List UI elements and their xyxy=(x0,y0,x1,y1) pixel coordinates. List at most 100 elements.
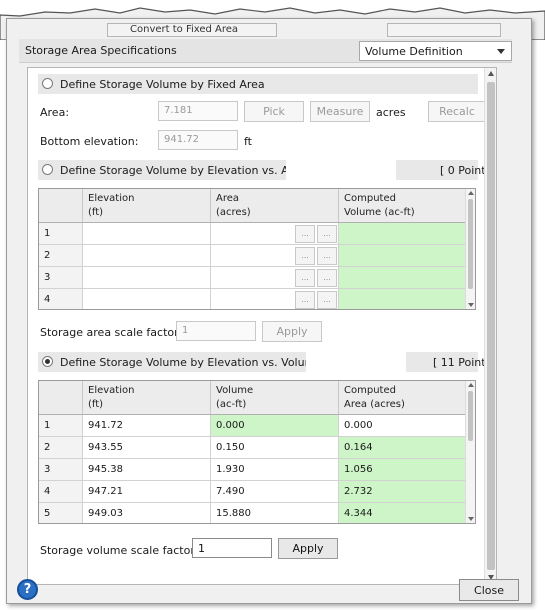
elev-volume-radio[interactable] xyxy=(42,356,53,367)
definition-dropdown[interactable]: Volume Definition xyxy=(359,41,512,61)
row-header[interactable]: 5 xyxy=(39,503,83,523)
elevation-header-line2: (ft) xyxy=(88,207,104,218)
elev-area-spacer xyxy=(286,160,396,180)
elevation-cell[interactable] xyxy=(83,223,211,245)
scroll-down-icon[interactable] xyxy=(468,517,474,521)
panel-scroll-thumb[interactable] xyxy=(487,82,495,570)
computed-area-cell: 2.732 xyxy=(339,481,467,503)
convert-button-label: Convert to Fixed Area xyxy=(130,24,239,35)
scroll-thumb[interactable] xyxy=(468,391,473,441)
scroll-up-icon[interactable] xyxy=(468,383,474,387)
bottom-elevation-label: Bottom elevation: xyxy=(40,135,139,148)
area-scale-label: Storage area scale factor: xyxy=(40,326,183,339)
computed-area-cell: 4.344 xyxy=(339,503,467,523)
dots-button[interactable]: ... xyxy=(317,269,337,287)
elevation-cell[interactable]: 949.03 xyxy=(83,503,211,523)
dots-button[interactable]: ... xyxy=(295,225,315,243)
computed-volume-cell xyxy=(339,245,467,267)
area-scale-field[interactable]: 1 xyxy=(176,321,256,341)
volume-cell[interactable]: 7.490 xyxy=(211,481,339,503)
dots-button[interactable]: ... xyxy=(295,247,315,265)
dots-button[interactable]: ... xyxy=(317,291,337,309)
elevation-header: Elevation (ft) xyxy=(83,189,211,223)
scroll-thumb[interactable] xyxy=(468,199,473,289)
row-header[interactable]: 2 xyxy=(39,245,83,267)
volume-cell[interactable]: 0.000 xyxy=(211,415,339,437)
computed-volume-cell xyxy=(339,223,467,245)
recalc-button[interactable]: Recalc xyxy=(428,101,486,122)
bottom-elevation-field[interactable]: 941.72 xyxy=(158,130,238,150)
elevation-cell[interactable]: 947.21 xyxy=(83,481,211,503)
scroll-down-icon[interactable] xyxy=(468,303,474,307)
elev-volume-label: Define Storage Volume by Elevation vs. V… xyxy=(60,356,323,369)
measure-button[interactable]: Measure xyxy=(310,101,370,122)
elev-volume-spacer xyxy=(306,352,406,372)
area-header-line2: (acres) xyxy=(216,207,251,218)
row-header[interactable]: 4 xyxy=(39,289,83,309)
computed-volume-header-line2: Volume (ac-ft) xyxy=(344,207,415,218)
volume-header: Volume (ac-ft) xyxy=(211,381,339,415)
elevation-cell[interactable]: 941.72 xyxy=(83,415,211,437)
chevron-down-icon xyxy=(497,49,505,54)
pick-button[interactable]: Pick xyxy=(244,101,304,122)
computed-volume-cell xyxy=(339,267,467,289)
elevation-cell[interactable] xyxy=(83,245,211,267)
elevation-cell[interactable] xyxy=(83,289,211,309)
fixed-area-option[interactable]: Define Storage Volume by Fixed Area xyxy=(38,74,478,94)
elevation-cell[interactable]: 943.55 xyxy=(83,437,211,459)
volume-apply-button[interactable]: Apply xyxy=(278,538,338,559)
dots-button[interactable]: ... xyxy=(295,269,315,287)
elev-area-grid: Elevation (ft) Area (acres) Computed Vol… xyxy=(38,188,476,310)
row-header[interactable]: 3 xyxy=(39,267,83,289)
row-header[interactable]: 4 xyxy=(39,481,83,503)
volume-cell[interactable]: 0.150 xyxy=(211,437,339,459)
area-field[interactable]: 7.181 xyxy=(158,101,238,121)
row-header[interactable]: 1 xyxy=(39,223,83,245)
scroll-up-icon[interactable] xyxy=(468,191,474,195)
computed-volume-cell xyxy=(339,289,467,309)
volume-header-line1: Volume xyxy=(216,385,254,396)
computed-area-header: Computed Area (acres) xyxy=(339,381,467,415)
grid-corner xyxy=(39,381,83,415)
elevation-header-line1: Elevation xyxy=(88,193,135,204)
computed-volume-header-line1: Computed xyxy=(344,193,396,204)
elevation-cell[interactable]: 945.38 xyxy=(83,459,211,481)
top-right-button[interactable] xyxy=(387,23,501,37)
volume-cell[interactable]: 1.930 xyxy=(211,459,339,481)
elev-area-label: Define Storage Volume by Elevation vs. A… xyxy=(60,164,307,177)
volume-scale-field[interactable]: 1 xyxy=(192,538,272,558)
computed-area-header-line2: Area (acres) xyxy=(344,399,405,410)
computed-volume-header: Computed Volume (ac-ft) xyxy=(339,189,467,223)
convert-button[interactable]: Convert to Fixed Area xyxy=(107,23,277,37)
elevation-cell[interactable] xyxy=(83,267,211,289)
fixed-area-radio[interactable] xyxy=(42,78,53,89)
section-title: Storage Area Specifications xyxy=(25,44,177,57)
elev-volume-grid-scrollbar[interactable] xyxy=(465,381,475,523)
elev-volume-option[interactable]: Define Storage Volume by Elevation vs. V… xyxy=(38,352,496,372)
elev-area-radio[interactable] xyxy=(42,164,53,175)
grid-corner xyxy=(39,189,83,223)
help-icon[interactable]: ? xyxy=(17,579,38,600)
computed-area-cell: 0.000 xyxy=(339,415,467,437)
dots-button[interactable]: ... xyxy=(295,291,315,309)
close-button[interactable]: Close xyxy=(459,579,519,601)
row-header[interactable]: 3 xyxy=(39,459,83,481)
volume-cell[interactable]: 15.880 xyxy=(211,503,339,523)
options-panel: Define Storage Volume by Fixed Area Area… xyxy=(27,67,497,585)
computed-area-cell: 1.056 xyxy=(339,459,467,481)
storage-area-dialog: Convert to Fixed Area Storage Area Speci… xyxy=(6,18,532,604)
dots-button[interactable]: ... xyxy=(317,225,337,243)
row-header[interactable]: 2 xyxy=(39,437,83,459)
elevation-header-line2: (ft) xyxy=(88,399,104,410)
area-apply-button[interactable]: Apply xyxy=(262,321,322,342)
dropdown-value: Volume Definition xyxy=(365,45,463,58)
elev-area-option[interactable]: Define Storage Volume by Elevation vs. A… xyxy=(38,160,496,180)
elev-area-grid-scrollbar[interactable] xyxy=(465,189,475,309)
scroll-up-icon[interactable] xyxy=(488,71,494,76)
row-header[interactable]: 1 xyxy=(39,415,83,437)
dots-button[interactable]: ... xyxy=(317,247,337,265)
section-header: Storage Area Specifications Volume Defin… xyxy=(19,39,512,63)
panel-scrollbar[interactable] xyxy=(484,68,496,584)
bottom-elevation-units: ft xyxy=(244,135,252,148)
computed-area-header-line1: Computed xyxy=(344,385,396,396)
